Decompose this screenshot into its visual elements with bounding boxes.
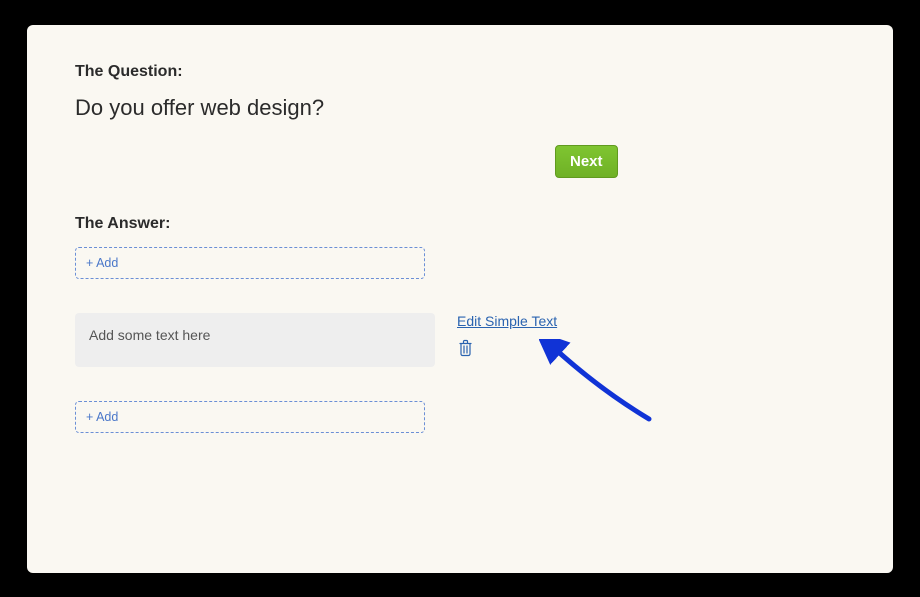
answer-section-label: The Answer: <box>75 215 845 233</box>
next-button[interactable]: Next <box>555 145 618 178</box>
trash-icon[interactable] <box>458 339 473 357</box>
edit-simple-text-link[interactable]: Edit Simple Text <box>457 313 557 329</box>
add-block-button-bottom[interactable]: + Add <box>75 401 425 433</box>
add-label: + Add <box>86 256 118 270</box>
question-text: Do you offer web design? <box>75 95 845 121</box>
block-actions: Edit Simple Text <box>457 313 557 357</box>
text-block-row: Add some text here Edit Simple Text <box>75 313 845 367</box>
add-label: + Add <box>86 410 118 424</box>
text-block-input[interactable]: Add some text here <box>75 313 435 367</box>
editor-card: The Question: Do you offer web design? N… <box>27 25 893 573</box>
answer-section: The Answer: + Add Add some text here Edi… <box>75 215 845 433</box>
add-block-button-top[interactable]: + Add <box>75 247 425 279</box>
question-section-label: The Question: <box>75 63 845 81</box>
